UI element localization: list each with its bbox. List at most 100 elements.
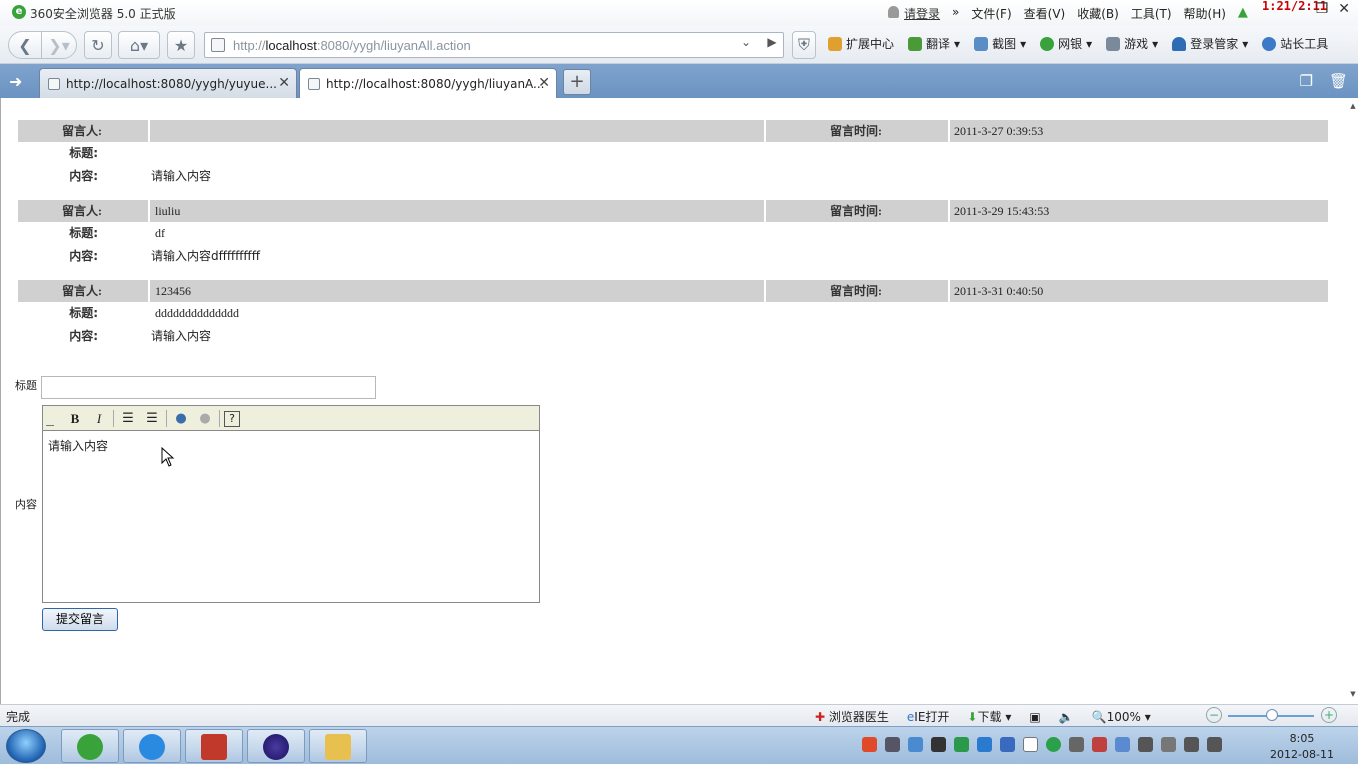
content-label: 内容:: [69, 249, 98, 263]
taskbar-eclipse[interactable]: [247, 729, 305, 763]
taskbar-360-browser[interactable]: [61, 729, 119, 763]
tab-count-icon[interactable]: ❐: [1300, 72, 1313, 90]
window-mode-icon[interactable]: ▣: [1029, 710, 1040, 724]
tab-label: http://localhost:8080/yygh/yuyue...: [66, 77, 277, 91]
zoom-slider-knob[interactable]: [1266, 709, 1278, 721]
bank-button[interactable]: 网银 ▾: [1040, 35, 1092, 52]
translate-button[interactable]: 翻译 ▾: [908, 35, 960, 52]
author-label: 留言人:: [18, 280, 148, 302]
favorite-star-button[interactable]: ★: [167, 31, 195, 59]
taskbar-ie[interactable]: [123, 729, 181, 763]
address-dropdown-icon[interactable]: ⌄: [735, 35, 757, 55]
login-manager-button[interactable]: 登录管家 ▾: [1172, 35, 1248, 52]
maximize-icon[interactable]: ❐: [1316, 1, 1329, 17]
eclipse-icon: [263, 734, 289, 760]
minimize-icon[interactable]: –: [1299, 1, 1306, 17]
skin-shirt-icon[interactable]: ▲: [1238, 5, 1248, 22]
zoom-button[interactable]: 🔍100% ▾: [1092, 710, 1151, 724]
close-window-icon[interactable]: ✕: [1338, 1, 1350, 17]
menu-file[interactable]: 文件(F): [971, 5, 1011, 22]
security-shield-button[interactable]: ⛨: [792, 31, 816, 59]
taskbar-clock[interactable]: 8:05 2012-08-11: [1262, 731, 1342, 763]
refresh-button[interactable]: ↻: [84, 31, 112, 59]
address-bar[interactable]: http://localhost:8080/yygh/liuyanAll.act…: [204, 32, 784, 58]
help-icon[interactable]: ?: [224, 411, 240, 427]
browser-doctor-button[interactable]: ✚ 浏览器医生: [815, 708, 889, 725]
author-value: 123456: [150, 280, 764, 302]
tray-app-icon[interactable]: [885, 737, 900, 752]
bank-icon: [1040, 36, 1055, 51]
taskbar-explorer[interactable]: [309, 729, 367, 763]
zoom-in-icon[interactable]: +: [1321, 707, 1337, 723]
menu-favorites[interactable]: 收藏(B): [1077, 5, 1119, 22]
tray-app-icon[interactable]: [1069, 737, 1084, 752]
italic-icon[interactable]: I: [89, 409, 109, 428]
window-controls: – ❐ ✕: [1299, 1, 1350, 17]
new-tab-button[interactable]: +: [563, 69, 591, 95]
tab-close-icon[interactable]: ✕: [278, 75, 290, 91]
tab-liuyan[interactable]: http://localhost:8080/yygh/liuyanA... ✕: [299, 68, 557, 98]
insert-link-icon[interactable]: ●: [171, 409, 191, 428]
login-link[interactable]: 请登录: [888, 5, 940, 22]
scroll-up-icon[interactable]: ▲: [1348, 102, 1358, 110]
status-tools: ✚ 浏览器医生 eIE打开 ⬇下载 ▾ ▣ 🔈 🔍100% ▾: [815, 708, 1151, 725]
games-button[interactable]: 游戏 ▾: [1106, 35, 1158, 52]
time-value: 2011-3-31 0:40:50: [950, 280, 1328, 302]
time-label: 留言时间:: [766, 200, 948, 222]
extension-center-button[interactable]: 扩展中心: [828, 35, 894, 52]
tab-close-icon[interactable]: ✕: [538, 75, 550, 91]
flag-icon[interactable]: [1138, 737, 1153, 752]
tray-app-icon[interactable]: [954, 737, 969, 752]
toolbar-separator: [219, 410, 220, 427]
start-button[interactable]: [6, 729, 46, 763]
page-icon: [211, 38, 225, 52]
volume-icon[interactable]: [1207, 737, 1222, 752]
tab-yuyue[interactable]: http://localhost:8080/yygh/yuyue... ✕: [39, 68, 297, 98]
menu-tools[interactable]: 工具(T): [1131, 5, 1172, 22]
tray-app-icon[interactable]: [1092, 737, 1107, 752]
speaker-icon[interactable]: 🔈: [1059, 710, 1074, 724]
tray-app-icon[interactable]: [862, 737, 877, 752]
trash-icon[interactable]: 🗑: [1329, 72, 1348, 90]
page-content: 留言人: 留言时间: 2011-3-27 0:39:53 标题: 内容: 请输入…: [0, 98, 1348, 704]
magnifier-icon: 🔍: [1091, 709, 1107, 724]
ie-open-button[interactable]: eIE打开: [907, 708, 950, 725]
screenshot-button[interactable]: 截图 ▾: [974, 35, 1026, 52]
unordered-list-icon[interactable]: ☰: [142, 409, 162, 428]
tray-app-icon[interactable]: [1115, 737, 1130, 752]
title-bar: e 360安全浏览器 5.0 正式版 请登录 » 文件(F) 查看(V) 收藏(…: [0, 0, 1358, 26]
content-label: 内容:: [69, 329, 98, 343]
bold-icon[interactable]: B: [65, 409, 85, 428]
tray-app-icon[interactable]: [908, 737, 923, 752]
remove-link-icon[interactable]: ●: [195, 409, 215, 428]
tray-shield-icon[interactable]: [977, 737, 992, 752]
tray-app-icon[interactable]: [931, 737, 946, 752]
forward-button[interactable]: ❯▾: [41, 31, 77, 59]
network-icon[interactable]: [1184, 737, 1199, 752]
toolbox-icon: [201, 734, 227, 760]
menu-help[interactable]: 帮助(H): [1184, 5, 1226, 22]
tray-app-icon[interactable]: [1023, 737, 1038, 752]
tray-app-icon[interactable]: [1046, 737, 1061, 752]
home-button[interactable]: ⌂▾: [118, 31, 160, 59]
submit-message-button[interactable]: 提交留言: [42, 608, 118, 631]
menu-view[interactable]: 查看(V): [1024, 5, 1066, 22]
download-button[interactable]: ⬇下载 ▾: [967, 708, 1011, 725]
time-value: 2011-3-29 15:43:53: [950, 200, 1328, 222]
vertical-scrollbar[interactable]: ▲ ▼: [1348, 98, 1358, 704]
sidebar-toggle-icon[interactable]: ➜: [9, 72, 22, 91]
back-button[interactable]: ❮: [8, 31, 42, 59]
ordered-list-icon[interactable]: ☰: [118, 409, 138, 428]
zoom-out-icon[interactable]: −: [1206, 707, 1222, 723]
editor-content-area[interactable]: 请输入内容: [43, 431, 539, 602]
tray-app-icon[interactable]: [1161, 737, 1176, 752]
title-label: 标题:: [69, 146, 98, 160]
taskbar-toolbox[interactable]: [185, 729, 243, 763]
tray-shield-icon[interactable]: [1000, 737, 1015, 752]
title-label: 标题:: [69, 306, 98, 320]
go-arrow-icon[interactable]: ▶: [761, 35, 783, 55]
scroll-down-icon[interactable]: ▼: [1348, 690, 1358, 698]
webmaster-tools-button[interactable]: 站长工具: [1262, 35, 1328, 52]
title-input[interactable]: [41, 376, 376, 399]
address-url[interactable]: http://localhost:8080/yygh/liuyanAll.act…: [233, 38, 471, 53]
